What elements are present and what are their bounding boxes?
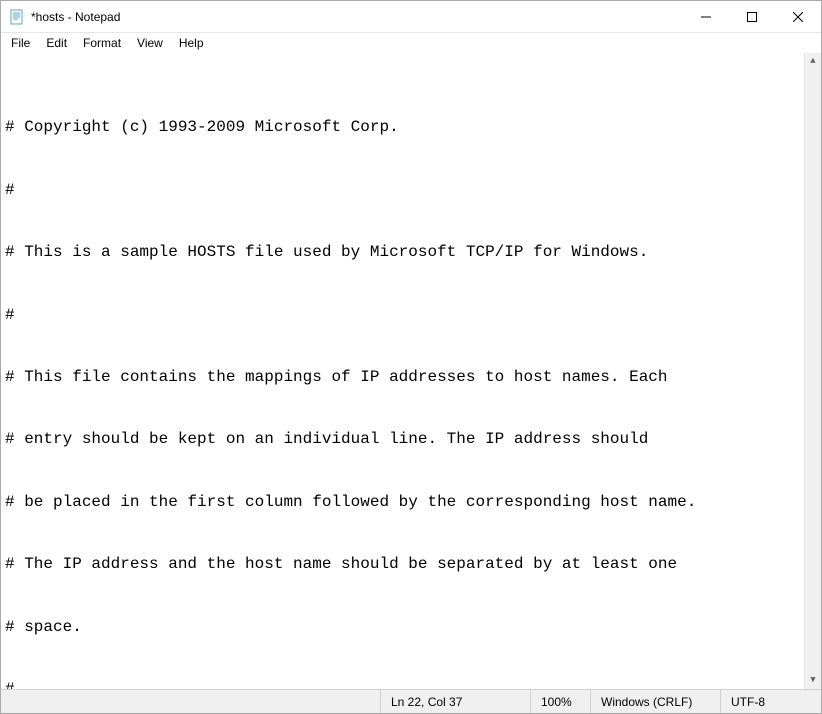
text-line: # [5,180,817,201]
menu-format[interactable]: Format [75,35,129,51]
text-line: # space. [5,617,817,638]
menu-help[interactable]: Help [171,35,212,51]
close-button[interactable] [775,1,821,33]
menu-view[interactable]: View [129,35,171,51]
window-title: *hosts - Notepad [31,10,683,24]
text-line: # The IP address and the host name shoul… [5,554,817,575]
text-line: # be placed in the first column followed… [5,492,817,513]
vertical-scrollbar[interactable]: ▲ ▼ [804,53,821,689]
menubar: File Edit Format View Help [1,33,821,53]
status-zoom: 100% [531,690,591,713]
text-editor[interactable]: ▲ ▼ # Copyright (c) 1993-2009 Microsoft … [1,53,821,689]
status-position: Ln 22, Col 37 [381,690,531,713]
text-line: # entry should be kept on an individual … [5,429,817,450]
text-line: # [5,679,817,689]
menu-edit[interactable]: Edit [38,35,75,51]
text-line: # Copyright (c) 1993-2009 Microsoft Corp… [5,117,817,138]
scroll-up-icon[interactable]: ▲ [805,53,821,70]
text-line: # [5,305,817,326]
maximize-button[interactable] [729,1,775,33]
minimize-button[interactable] [683,1,729,33]
status-spacer [1,690,381,713]
text-line: # This file contains the mappings of IP … [5,367,817,388]
text-line: # This is a sample HOSTS file used by Mi… [5,242,817,263]
statusbar: Ln 22, Col 37 100% Windows (CRLF) UTF-8 [1,689,821,713]
scroll-track[interactable] [805,70,821,672]
status-encoding: UTF-8 [721,690,821,713]
menu-file[interactable]: File [3,35,38,51]
titlebar: *hosts - Notepad [1,1,821,33]
notepad-icon [9,9,25,25]
status-line-ending: Windows (CRLF) [591,690,721,713]
scroll-down-icon[interactable]: ▼ [805,672,821,689]
window-controls [683,1,821,33]
